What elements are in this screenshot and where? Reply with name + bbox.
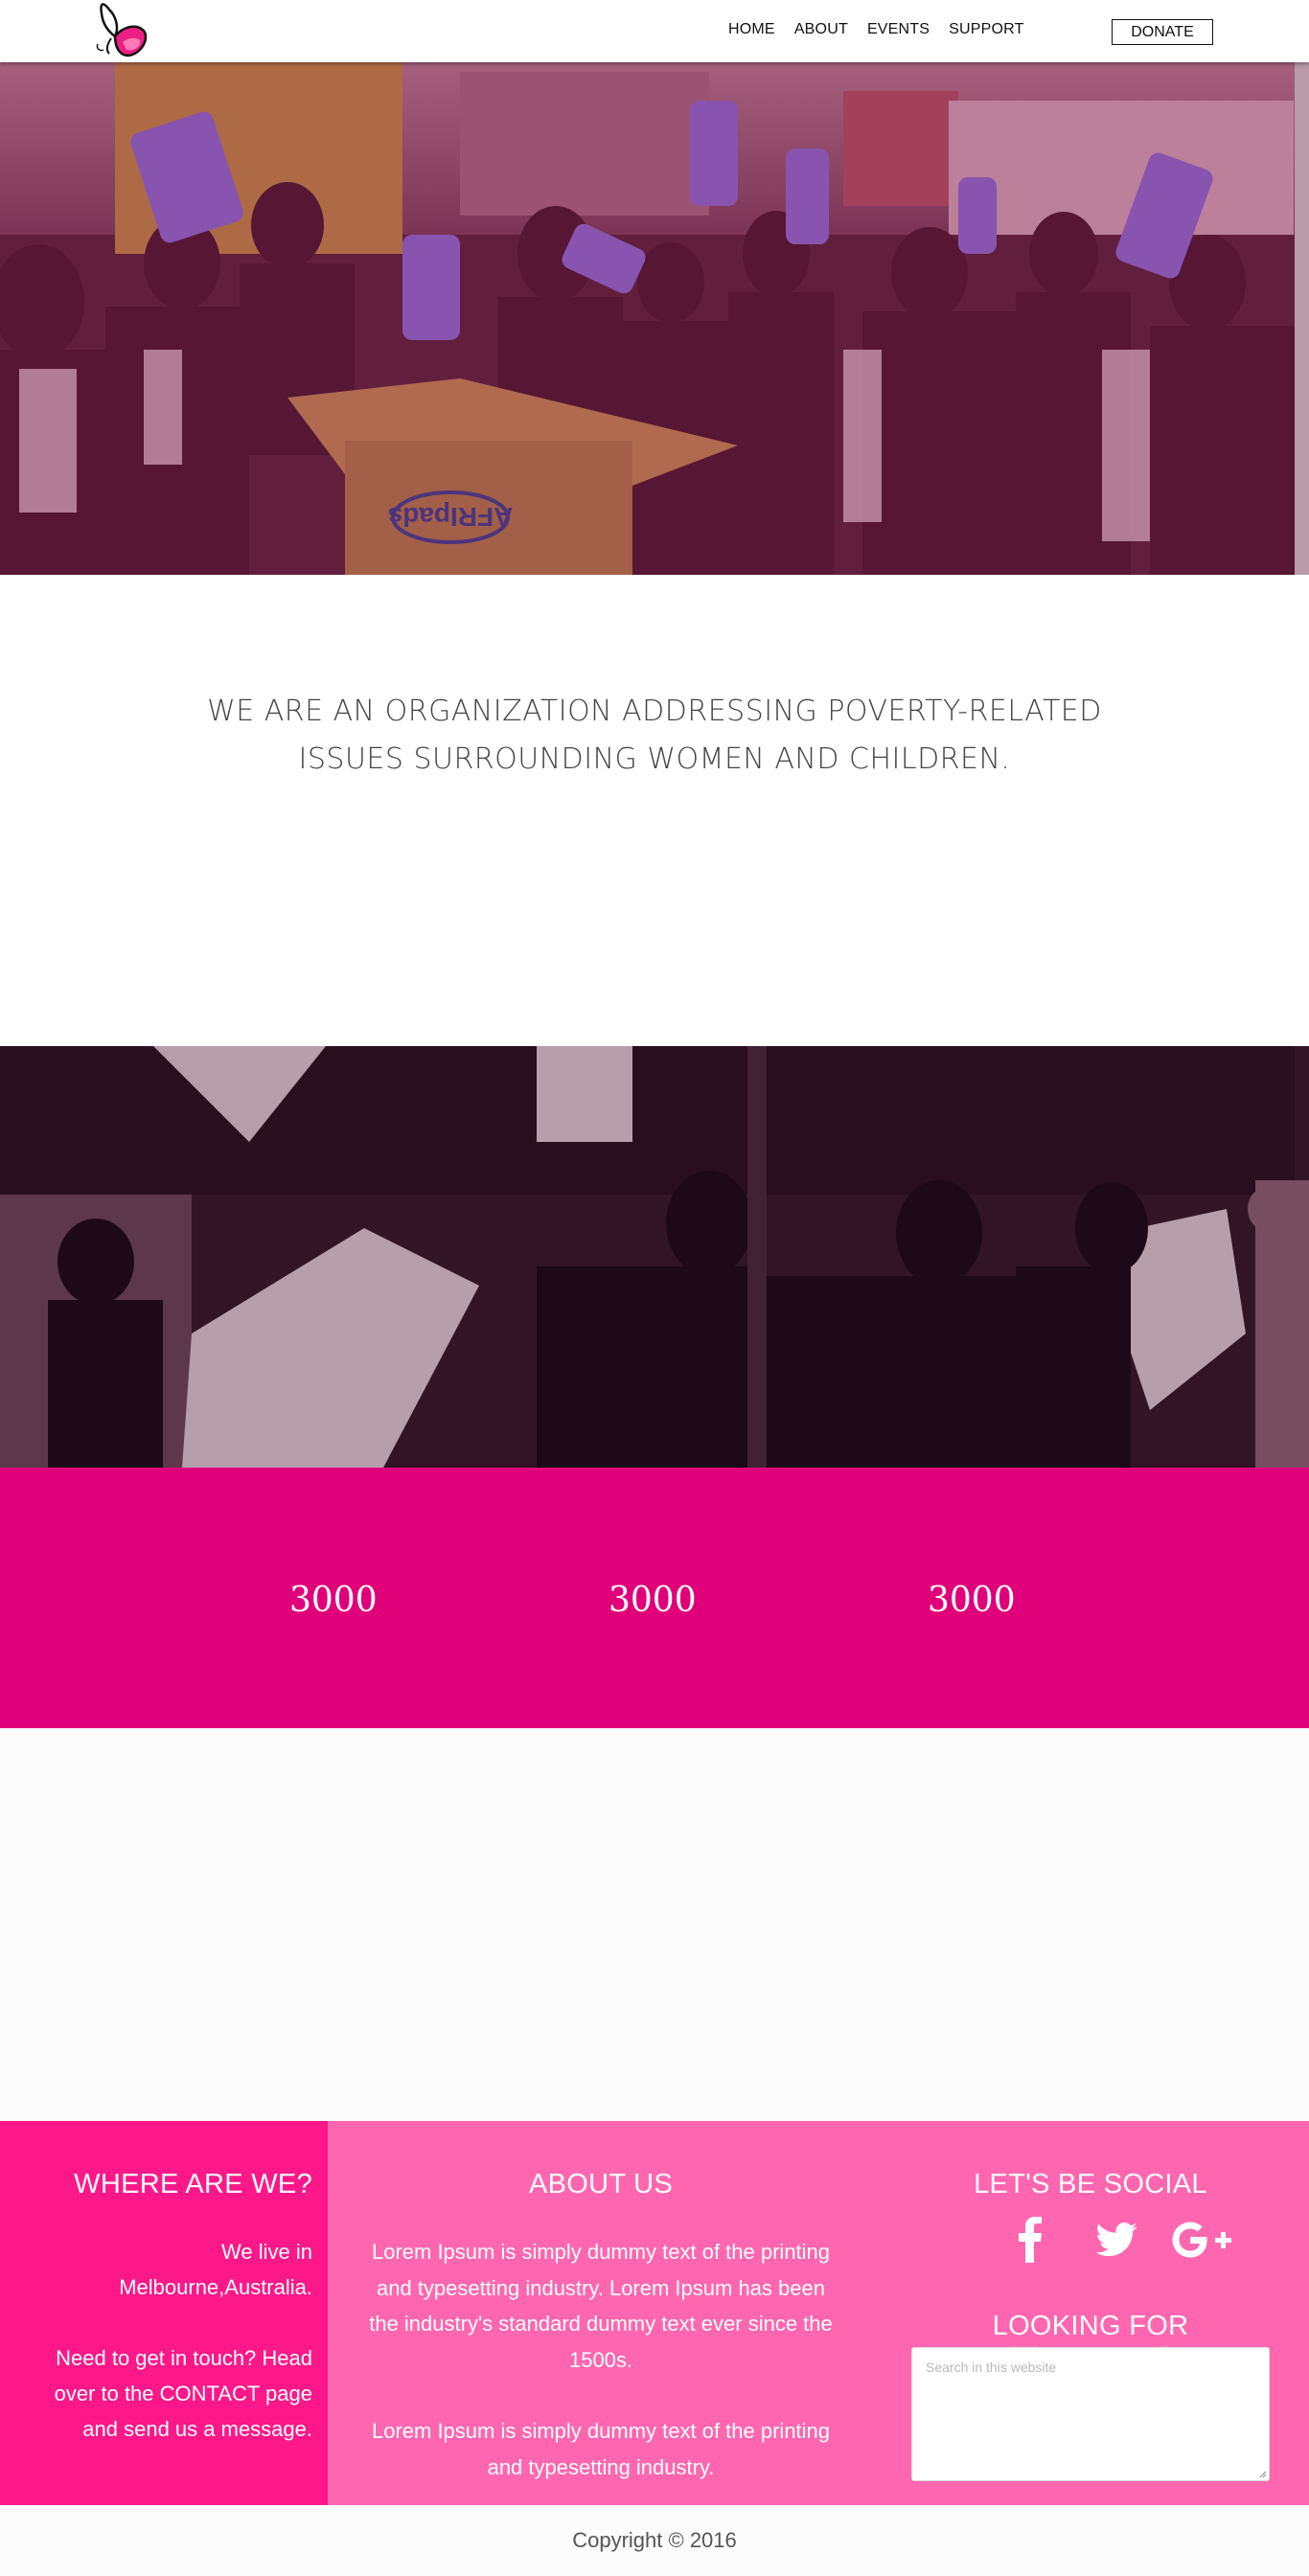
where-title: WHERE ARE WE?: [74, 2169, 312, 2200]
where-line-1: We live in: [221, 2240, 312, 2264]
hero-edge: [1295, 62, 1309, 575]
butterfly-logo-icon[interactable]: [94, 0, 149, 59]
donate-button[interactable]: DONATE: [1112, 19, 1213, 45]
students-laughing-photo: [0, 1046, 1309, 1468]
social-title: LET'S BE SOCIAL: [974, 2169, 1207, 2200]
about-body: Lorem Ipsum is simply dummy text of the …: [337, 2234, 864, 2485]
google-plus-icon[interactable]: [1160, 2213, 1246, 2267]
stats-section: 3000 3000 3000: [0, 1468, 1309, 1728]
nav-home-link[interactable]: HOME: [728, 21, 775, 38]
nav-events-link[interactable]: EVENTS: [867, 21, 930, 38]
search-input[interactable]: [912, 2348, 1269, 2480]
stat-value-2: 3000: [609, 1581, 697, 1620]
nav-support-link[interactable]: SUPPORT: [949, 21, 1023, 38]
mission-line-2: ISSUES SURROUNDING WOMEN AND CHILDREN.: [298, 742, 1011, 776]
about-line-5: Lorem Ipsum is simply dummy text of the …: [371, 2419, 831, 2443]
where-are-we-column: WHERE ARE WE? We live in Melbourne,Austr…: [0, 2121, 328, 2505]
where-body: We live in Melbourne,Australia. Need to …: [15, 2234, 312, 2447]
where-line-4: over to the CONTACT page: [54, 2382, 312, 2405]
nav-about-link[interactable]: ABOUT: [794, 21, 848, 38]
mission-section: WE ARE AN ORGANIZATION ADDRESSING POVERT…: [0, 575, 1309, 1046]
top-navbar: HOME ABOUT EVENTS SUPPORT DONATE: [0, 0, 1309, 62]
stat-value-1: 3000: [289, 1581, 378, 1620]
twitter-icon[interactable]: [1073, 2213, 1160, 2267]
mission-line-1: WE ARE AN ORGANIZATION ADDRESSING POVERT…: [207, 695, 1102, 728]
footer: WHERE ARE WE? We live in Melbourne,Austr…: [0, 2121, 1309, 2505]
students-holding-pads-photo: AFRIpads: [0, 62, 1295, 575]
stat-value-3: 3000: [928, 1581, 1016, 1620]
about-line-3: the industry's standard dummy text ever …: [369, 2312, 833, 2336]
where-line-2: Melbourne,Australia.: [119, 2275, 312, 2299]
about-line-2: and typesetting industry. Lorem Ipsum ha…: [377, 2275, 825, 2300]
about-line-6: and typesetting industry.: [487, 2454, 715, 2479]
hero-image: AFRIpads: [0, 62, 1309, 575]
laughing-photo-graphic: [0, 1046, 1309, 1468]
empty-section: [0, 1728, 1309, 2121]
facebook-icon[interactable]: [987, 2213, 1073, 2267]
copyright-text: Copyright © 2016: [0, 2505, 1309, 2576]
social-icons: [987, 2213, 1246, 2267]
where-line-5: and send us a message.: [82, 2417, 312, 2441]
where-line-3: Need to get in touch? Head: [56, 2346, 312, 2370]
resize-grip-icon[interactable]: [1257, 2469, 1267, 2478]
search-box: [911, 2347, 1270, 2481]
mission-statement: WE ARE AN ORGANIZATION ADDRESSING POVERT…: [175, 688, 1134, 784]
about-title: ABOUT US: [528, 2169, 674, 2200]
nav-links: HOME ABOUT EVENTS SUPPORT: [728, 21, 1024, 38]
about-line-1: Lorem Ipsum is simply dummy text of the …: [371, 2240, 831, 2264]
about-line-4: 1500s.: [568, 2347, 633, 2372]
